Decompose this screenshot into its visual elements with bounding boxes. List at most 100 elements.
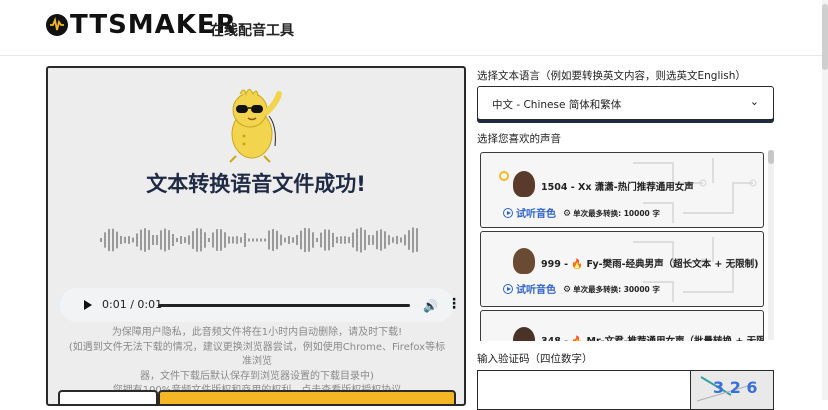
notice-line-2: (如遇到文件无法下载的情况，建议更换浏览器尝试，例如使用Chrome、Firef… xyxy=(68,341,446,368)
waveform-bar xyxy=(376,230,378,250)
page-scrollbar[interactable] xyxy=(822,0,828,400)
waveform-bar xyxy=(268,230,270,250)
language-select[interactable]: 中文 - Chinese 简体和繁体 ⌄ xyxy=(477,86,774,120)
listen-label: 试听音色 xyxy=(516,285,556,296)
waveform-bar xyxy=(356,228,358,252)
waveform-bar xyxy=(256,238,258,242)
scroll-thumb[interactable] xyxy=(768,150,774,164)
waveform-bar xyxy=(308,228,310,252)
waveform-bar xyxy=(100,238,102,242)
waveform-bar xyxy=(244,232,246,248)
captcha-label: 输入验证码（四位数字） xyxy=(477,353,593,365)
waveform-bar xyxy=(104,232,106,248)
voice-card-999[interactable]: 999 - 🔥 Fy-樊雨-经典男声（超长文本 + 无限制) 试听音色 ⚙ 单次最… xyxy=(480,231,764,307)
waveform-bar xyxy=(292,237,294,243)
notice-line-3: 器，文件下载后默认保存到浏览器设置的下载目录中) xyxy=(140,370,374,382)
waveform-bar xyxy=(320,232,322,248)
waveform-bar xyxy=(336,236,338,244)
waveform-bar xyxy=(380,229,382,251)
volume-icon[interactable]: 🔊 xyxy=(423,299,438,313)
play-icon[interactable] xyxy=(84,300,92,310)
voice-radio[interactable] xyxy=(499,171,509,181)
waveform-bar xyxy=(156,235,158,245)
waveform-bar xyxy=(160,230,162,250)
waveform-bar xyxy=(128,236,130,244)
waveform-bar xyxy=(360,227,362,253)
waveform-bar xyxy=(416,228,418,252)
language-selected-value: 中文 - Chinese 简体和繁体 xyxy=(492,99,622,111)
mascot-image xyxy=(229,89,282,163)
voice-card-348[interactable]: 348 - 🔥 Mr-文君-推荐通用女声（批量转换 + 无限 xyxy=(480,310,764,341)
voice-name: 348 - 🔥 Mr-文君-推荐通用女声（批量转换 + 无限 xyxy=(541,333,763,341)
waveform-bar xyxy=(260,238,262,242)
waveform-bar xyxy=(120,235,122,245)
waveform-bar xyxy=(232,236,234,244)
captcha-image[interactable]: 3 2 6 xyxy=(690,370,774,410)
waveform-bar xyxy=(112,228,114,252)
voice-limit-text: 单次最多转换: 10000 字 xyxy=(573,209,660,218)
logo-waveform-icon xyxy=(46,14,68,36)
play-circle-icon xyxy=(503,284,513,294)
waveform-bar xyxy=(216,229,218,251)
waveform-bar xyxy=(264,238,266,242)
result-panel: 文本转换语音文件成功! 0:01 / 0:01 🔊 ⋮ 为保障用户隐私，此音频文… xyxy=(46,66,466,406)
waveform-bar xyxy=(328,229,330,251)
waveform-bar xyxy=(144,228,146,252)
audio-progress-track[interactable] xyxy=(158,304,410,307)
waveform-bar xyxy=(124,236,126,244)
waveform-bar xyxy=(352,232,354,248)
waveform-bar xyxy=(196,228,198,252)
language-label: 选择文本语言（例如要转换英文内容，则选英文English） xyxy=(477,70,746,82)
audio-player[interactable]: 0:01 / 0:01 🔊 ⋮ xyxy=(60,288,461,322)
waveform-bar xyxy=(164,228,166,252)
waveform-bar xyxy=(304,227,306,253)
voice-limit: ⚙ 单次最多转换: 30000 字 xyxy=(563,284,660,295)
waveform-bar xyxy=(284,237,286,243)
waveform-bar xyxy=(252,238,254,242)
secondary-button[interactable] xyxy=(58,390,158,404)
waveform-bar xyxy=(316,237,318,243)
waveform-bar xyxy=(184,237,186,243)
chevron-down-icon: ⌄ xyxy=(749,95,759,108)
success-title: 文本转换语音文件成功! xyxy=(146,172,366,196)
waveform-bar xyxy=(368,234,370,246)
waveform-bar xyxy=(204,232,206,248)
captcha-input[interactable] xyxy=(477,370,691,410)
voice-card-1504[interactable]: 1504 - Xx 潇潇-热门推荐通用女声 试听音色 ⚙ 单次最多转换: 1000… xyxy=(480,152,764,228)
waveform-bar xyxy=(152,235,154,245)
waveform-bar xyxy=(288,235,290,245)
waveform-bar xyxy=(340,236,342,244)
waveform-bar xyxy=(372,235,374,245)
voice-list-scrollbar[interactable] xyxy=(768,150,774,340)
notice-line-1: 为保障用户隐私，此音频文件将在1小时内自动删除，请及时下载! xyxy=(111,327,403,338)
waveform-bar xyxy=(400,237,402,243)
waveform-bar xyxy=(200,228,202,252)
waveform-bar xyxy=(280,234,282,246)
waveform-bar xyxy=(192,231,194,249)
download-button[interactable] xyxy=(158,390,456,404)
play-circle-icon xyxy=(503,208,513,218)
waveform-bar xyxy=(140,229,142,251)
waveform-bar xyxy=(296,234,298,246)
waveform-bar xyxy=(176,237,178,243)
waveform-bar xyxy=(324,229,326,251)
waveform-bar xyxy=(384,231,386,249)
page-scroll-thumb[interactable] xyxy=(822,4,828,70)
waveform-bar xyxy=(148,230,150,250)
waveform-bar xyxy=(404,234,406,246)
waveform-bar xyxy=(396,235,398,245)
listen-button[interactable]: 试听音色 xyxy=(503,281,556,296)
waveform-bar xyxy=(136,233,138,247)
waveform-bar xyxy=(388,235,390,245)
female-avatar xyxy=(513,171,535,197)
waveform-bar xyxy=(228,236,230,244)
captcha-text: 3 2 6 xyxy=(713,378,758,397)
voice-limit-text: 单次最多转换: 30000 字 xyxy=(573,285,660,294)
female-avatar xyxy=(513,327,535,341)
waveform-bar xyxy=(272,228,274,252)
listen-button[interactable]: 试听音色 xyxy=(503,205,556,220)
more-options-icon[interactable]: ⋮ xyxy=(447,296,461,312)
waveform-bar xyxy=(240,237,242,243)
waveform-bar xyxy=(344,236,346,244)
voice-name: 1504 - Xx 潇潇-热门推荐通用女声 xyxy=(541,182,694,193)
